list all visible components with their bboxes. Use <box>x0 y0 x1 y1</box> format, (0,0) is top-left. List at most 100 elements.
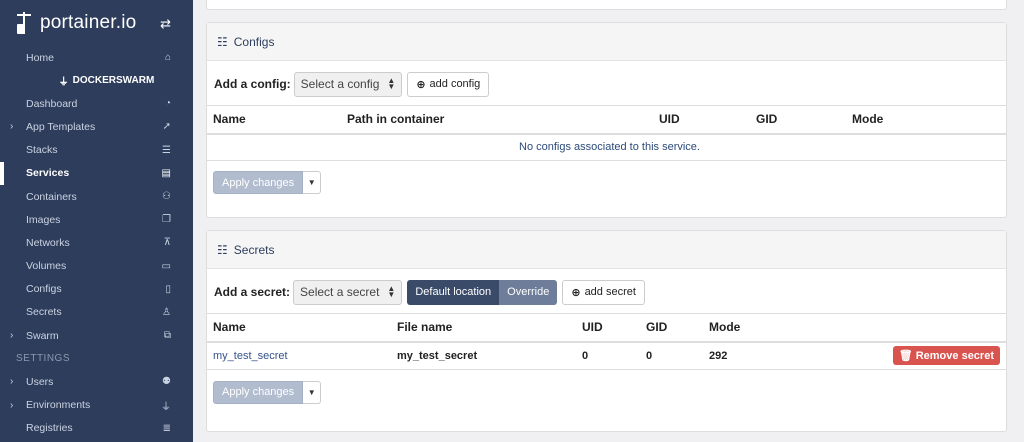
add-config-button[interactable]: ⊕ add config <box>407 71 490 97</box>
add-config-label: Add a config: <box>214 77 291 91</box>
column-uid[interactable]: UID <box>653 105 750 135</box>
brand[interactable]: portainer.io ⇄ <box>0 0 193 46</box>
sidebar-item-label: Registries <box>26 422 73 435</box>
column-name[interactable]: Name <box>207 105 341 135</box>
configs-panel-header: ☷ Configs <box>207 23 1006 61</box>
secret-location-toggle: Default location Override <box>407 279 558 305</box>
secret-gid: 0 <box>640 341 703 370</box>
apply-changes-button[interactable]: Apply changes <box>213 171 304 194</box>
chevron-right-icon: › <box>10 121 14 133</box>
button-label: add secret <box>584 286 636 298</box>
sidebar-item-volumes[interactable]: Volumes ▭ <box>0 255 193 278</box>
column-file-name[interactable]: File name <box>391 313 576 343</box>
trash-icon: 🗑 <box>898 350 913 363</box>
apply-changes-button[interactable]: Apply changes <box>213 380 304 404</box>
configs-table: Name Path in container UID GID Mode No c… <box>207 105 1006 161</box>
column-actions <box>863 313 1006 343</box>
plus-circle-icon: ⊕ <box>416 78 426 91</box>
secret-file-name: my_test_secret <box>391 341 576 370</box>
table-row: No configs associated to this service. <box>207 133 1006 161</box>
secret-select-value: Select a secret <box>300 285 380 299</box>
secrets-panel-header: ☷ Secrets <box>207 231 1006 269</box>
override-option[interactable]: Override <box>499 279 558 305</box>
secrets-table: Name File name UID GID Mode my_test_secr… <box>207 313 1006 370</box>
sidebar-item-label: Home <box>26 51 55 64</box>
sidebar-item-secrets[interactable]: Secrets ♙ <box>0 301 193 324</box>
column-name[interactable]: Name <box>207 313 391 343</box>
users-icon: ⚉ <box>162 376 171 388</box>
add-secret-row: Add a secret: Select a secret ▲ ▼ Default… <box>207 273 1006 311</box>
chevron-right-icon: › <box>10 399 14 411</box>
configs-panel: ☷ Configs Add a config: Select a config … <box>206 22 1007 218</box>
sidebar-item-images[interactable]: Images ❐ <box>0 208 193 231</box>
sidebar-item-dashboard[interactable]: Dashboard ◔ <box>0 92 193 115</box>
environment-name: ⏚ DOCKERSWARM <box>0 69 193 92</box>
previous-panel-bottom <box>206 0 1007 10</box>
button-label: add config <box>429 78 481 90</box>
sidebar-item-label: Dashboard <box>26 97 78 110</box>
user-secret-icon: ♙ <box>162 306 171 318</box>
sitemap-icon: ⊼ <box>163 237 171 249</box>
caret-down-icon[interactable]: ▼ <box>303 380 322 404</box>
table-header-row: Name Path in container UID GID Mode <box>207 105 1006 135</box>
panel-title: Configs <box>233 34 275 49</box>
secret-select[interactable]: Select a secret ▲ ▼ <box>293 279 403 305</box>
sidebar-item-label: Volumes <box>26 260 67 273</box>
cubes-icon: ⚇ <box>162 191 171 203</box>
sidebar-item-environments[interactable]: › Environments ⏚ <box>0 393 193 416</box>
portainer-logo-icon <box>14 10 36 36</box>
sidebar-item-label: Swarm <box>26 329 59 342</box>
sidebar: portainer.io ⇄ Home ⌂ ⏚ DOCKERSWARM Dash… <box>0 0 193 442</box>
table-header-row: Name File name UID GID Mode <box>207 313 1006 343</box>
sidebar-item-label: Configs <box>26 283 62 296</box>
sidebar-item-registries[interactable]: Registries ≣ <box>0 417 193 440</box>
home-icon: ⌂ <box>164 52 171 64</box>
object-group-icon: ⧉ <box>163 330 171 342</box>
settings-heading: SETTINGS <box>16 353 71 365</box>
column-mode[interactable]: Mode <box>846 105 1006 135</box>
clone-icon: ❐ <box>162 214 171 226</box>
database-icon: ≣ <box>162 422 171 434</box>
column-uid[interactable]: UID <box>576 313 640 343</box>
remove-secret-button[interactable]: 🗑 Remove secret <box>892 346 1000 366</box>
sidebar-item-label: Containers <box>26 190 77 203</box>
sidebar-item-swarm[interactable]: › Swarm ⧉ <box>0 324 193 347</box>
sidebar-item-home[interactable]: Home ⌂ <box>0 46 193 69</box>
secret-name[interactable]: my_test_secret <box>213 350 288 362</box>
tasks-icon: ☷ <box>217 242 228 257</box>
chevron-right-icon: › <box>10 376 14 388</box>
panel-title: Secrets <box>233 242 275 257</box>
sidebar-item-label: Stacks <box>26 144 58 157</box>
sidebar-item-containers[interactable]: Containers ⚇ <box>0 185 193 208</box>
active-indicator <box>0 161 4 185</box>
column-gid[interactable]: GID <box>640 313 703 343</box>
column-mode[interactable]: Mode <box>703 313 863 343</box>
sidebar-item-app-templates[interactable]: › App Templates ➚ <box>0 115 193 138</box>
select-arrows-icon: ▲ ▼ <box>387 284 396 299</box>
sidebar-toggle-icon[interactable]: ⇄ <box>160 16 171 32</box>
config-select-value: Select a config <box>300 77 380 91</box>
sidebar-item-label: App Templates <box>26 120 96 133</box>
secret-actions: 🗑 Remove secret <box>863 341 1006 370</box>
file-code-icon: ▯ <box>165 283 171 295</box>
empty-message: No configs associated to this service. <box>207 133 1006 161</box>
sidebar-item-networks[interactable]: Networks ⊼ <box>0 231 193 254</box>
add-secret-button[interactable]: ⊕ add secret <box>562 279 645 305</box>
sidebar-item-label: Services <box>26 167 70 180</box>
sidebar-item-configs[interactable]: Configs ▯ <box>0 278 193 301</box>
caret-down-icon[interactable]: ▼ <box>303 171 322 194</box>
button-label: Remove secret <box>915 349 994 362</box>
sidebar-item-label: Secrets <box>26 306 62 319</box>
default-location-option[interactable]: Default location <box>407 279 500 305</box>
hdd-icon: ▭ <box>161 260 171 272</box>
tachometer-icon: ◔ <box>164 98 171 110</box>
sidebar-item-label: Images <box>26 213 61 226</box>
config-select[interactable]: Select a config ▲ ▼ <box>293 71 403 97</box>
column-gid[interactable]: GID <box>750 105 846 135</box>
sidebar-item-stacks[interactable]: Stacks ☰ <box>0 139 193 162</box>
sidebar-item-users[interactable]: › Users ⚉ <box>0 370 193 393</box>
secret-mode: 292 <box>703 341 863 370</box>
sidebar-item-services[interactable]: Services ▤ <box>0 161 193 185</box>
column-path[interactable]: Path in container <box>341 105 653 135</box>
secret-name-link[interactable]: my_test_secret <box>207 341 391 370</box>
